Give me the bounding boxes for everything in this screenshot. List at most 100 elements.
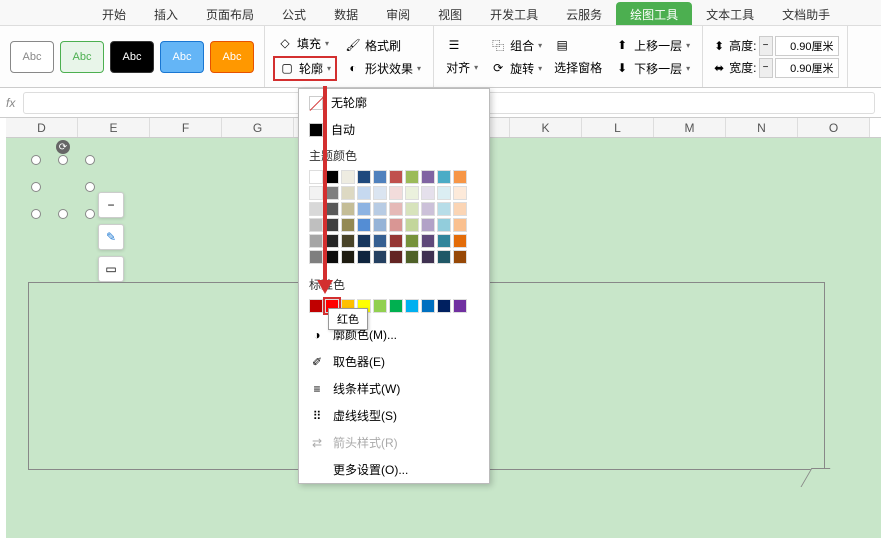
color-swatch[interactable] bbox=[421, 186, 435, 200]
col-header[interactable]: L bbox=[582, 118, 654, 137]
send-backward-button[interactable]: ⬇下移一层▾ bbox=[610, 58, 694, 79]
shape-style-5[interactable]: Abc bbox=[210, 41, 254, 73]
color-swatch[interactable] bbox=[341, 218, 355, 232]
color-swatch[interactable] bbox=[373, 250, 387, 264]
color-swatch[interactable] bbox=[405, 186, 419, 200]
rotation-handle[interactable]: ⟳ bbox=[56, 140, 70, 154]
color-swatch[interactable] bbox=[357, 218, 371, 232]
col-header[interactable]: F bbox=[150, 118, 222, 137]
tab-formula[interactable]: 公式 bbox=[268, 2, 320, 25]
tab-cloud[interactable]: 云服务 bbox=[552, 2, 616, 25]
color-swatch[interactable] bbox=[405, 170, 419, 184]
resize-handle[interactable] bbox=[85, 155, 95, 165]
color-swatch[interactable] bbox=[421, 250, 435, 264]
color-swatch[interactable] bbox=[437, 186, 451, 200]
color-swatch[interactable] bbox=[309, 234, 323, 248]
tab-doc-helper[interactable]: 文档助手 bbox=[768, 2, 844, 25]
bring-forward-button[interactable]: ⬆上移一层▾ bbox=[610, 35, 694, 56]
color-swatch[interactable] bbox=[325, 218, 339, 232]
resize-handle[interactable] bbox=[85, 182, 95, 192]
color-swatch[interactable] bbox=[373, 202, 387, 216]
color-swatch[interactable] bbox=[373, 234, 387, 248]
color-swatch[interactable] bbox=[341, 186, 355, 200]
color-swatch[interactable] bbox=[357, 170, 371, 184]
color-swatch[interactable] bbox=[357, 186, 371, 200]
color-swatch[interactable] bbox=[437, 170, 451, 184]
color-swatch[interactable] bbox=[373, 186, 387, 200]
shape-style-3[interactable]: Abc bbox=[110, 41, 154, 73]
color-swatch[interactable] bbox=[357, 234, 371, 248]
color-swatch[interactable] bbox=[389, 234, 403, 248]
color-swatch[interactable] bbox=[389, 186, 403, 200]
color-swatch[interactable] bbox=[373, 170, 387, 184]
col-header[interactable]: N bbox=[726, 118, 798, 137]
color-swatch[interactable] bbox=[453, 186, 467, 200]
color-swatch[interactable] bbox=[453, 218, 467, 232]
color-swatch[interactable] bbox=[341, 202, 355, 216]
tab-text-tools[interactable]: 文本工具 bbox=[692, 2, 768, 25]
color-swatch[interactable] bbox=[341, 234, 355, 248]
color-swatch[interactable] bbox=[453, 299, 467, 313]
height-decrement[interactable]: − bbox=[759, 36, 773, 56]
color-swatch[interactable] bbox=[437, 299, 451, 313]
tab-view[interactable]: 视图 bbox=[424, 2, 476, 25]
color-swatch[interactable] bbox=[421, 202, 435, 216]
tab-home[interactable]: 开始 bbox=[88, 2, 140, 25]
col-header[interactable]: D bbox=[6, 118, 78, 137]
resize-handle[interactable] bbox=[31, 182, 41, 192]
color-swatch[interactable] bbox=[357, 250, 371, 264]
color-swatch[interactable] bbox=[389, 170, 403, 184]
color-swatch[interactable] bbox=[437, 234, 451, 248]
automatic-option[interactable]: 自动 bbox=[299, 116, 489, 143]
tab-dev[interactable]: 开发工具 bbox=[476, 2, 552, 25]
col-header[interactable]: G bbox=[222, 118, 294, 137]
selection-pane-button[interactable]: ▤ bbox=[550, 35, 606, 55]
color-swatch[interactable] bbox=[325, 234, 339, 248]
color-swatch[interactable] bbox=[453, 250, 467, 264]
shape-effects-button[interactable]: ◐形状效果▾ bbox=[341, 58, 425, 79]
col-header[interactable]: M bbox=[654, 118, 726, 137]
color-swatch[interactable] bbox=[453, 170, 467, 184]
color-swatch[interactable] bbox=[309, 218, 323, 232]
more-settings-option[interactable]: 更多设置(O)... bbox=[299, 456, 489, 483]
tab-data[interactable]: 数据 bbox=[320, 2, 372, 25]
col-header[interactable]: E bbox=[78, 118, 150, 137]
resize-handle[interactable] bbox=[31, 155, 41, 165]
col-header[interactable]: K bbox=[510, 118, 582, 137]
color-swatch[interactable] bbox=[389, 299, 403, 313]
tab-drawing-tools[interactable]: 绘图工具 bbox=[616, 2, 692, 25]
mini-shape-button[interactable]: ▭ bbox=[98, 256, 124, 282]
color-swatch[interactable] bbox=[437, 218, 451, 232]
color-swatch[interactable] bbox=[325, 202, 339, 216]
resize-handle[interactable] bbox=[85, 209, 95, 219]
color-swatch[interactable] bbox=[421, 170, 435, 184]
color-swatch[interactable] bbox=[421, 218, 435, 232]
width-decrement[interactable]: − bbox=[759, 58, 773, 78]
color-swatch[interactable] bbox=[325, 186, 339, 200]
selected-shape[interactable]: ⟳ bbox=[36, 160, 90, 214]
tab-insert[interactable]: 插入 bbox=[140, 2, 192, 25]
color-swatch[interactable] bbox=[421, 234, 435, 248]
line-style-option[interactable]: ≡ 线条样式(W) bbox=[299, 375, 489, 402]
color-swatch[interactable] bbox=[357, 202, 371, 216]
color-swatch[interactable] bbox=[325, 170, 339, 184]
shape-style-2[interactable]: Abc bbox=[60, 41, 104, 73]
color-swatch[interactable] bbox=[405, 299, 419, 313]
color-swatch[interactable] bbox=[405, 234, 419, 248]
color-swatch[interactable] bbox=[341, 250, 355, 264]
color-swatch[interactable] bbox=[421, 299, 435, 313]
width-input[interactable] bbox=[775, 58, 839, 78]
dash-type-option[interactable]: ⠿ 虚线线型(S) bbox=[299, 402, 489, 429]
color-swatch[interactable] bbox=[309, 186, 323, 200]
resize-handle[interactable] bbox=[58, 155, 68, 165]
color-swatch[interactable] bbox=[309, 170, 323, 184]
tab-review[interactable]: 审阅 bbox=[372, 2, 424, 25]
shape-style-1[interactable]: Abc bbox=[10, 41, 54, 73]
color-swatch[interactable] bbox=[405, 250, 419, 264]
format-painter-button[interactable]: 🖌格式刷 bbox=[341, 35, 425, 56]
no-outline-option[interactable]: 无轮廓 bbox=[299, 89, 489, 116]
outline-button[interactable]: ▢轮廓▾ bbox=[273, 56, 337, 81]
resize-handle[interactable] bbox=[31, 209, 41, 219]
color-swatch[interactable] bbox=[309, 202, 323, 216]
color-swatch[interactable] bbox=[405, 218, 419, 232]
